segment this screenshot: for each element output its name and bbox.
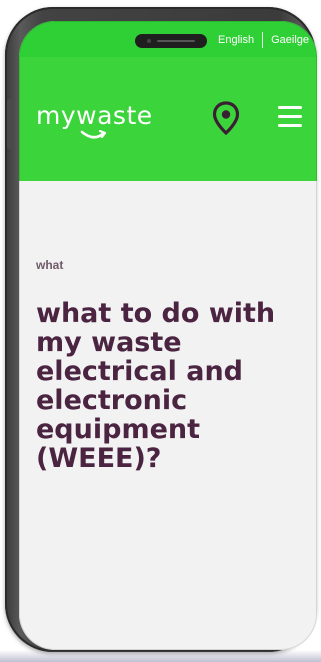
phone-notch [135,34,207,48]
mywaste-logo[interactable]: mywaste [36,101,153,139]
camera-icon [147,39,151,43]
main-content: what what to do with my waste electrical… [19,181,317,650]
menu-line [278,124,302,127]
language-option-english[interactable]: English [218,34,254,46]
language-options: English Gaeilge [218,32,309,48]
phone-screen: English Gaeilge mywaste what what to do … [19,21,317,650]
page-title: what to do with my waste electrical and … [36,298,276,474]
language-divider [262,32,264,48]
section-eyebrow: what [36,258,64,272]
phone-frame: English Gaeilge mywaste what what to do … [5,7,317,652]
site-header: mywaste [19,57,317,181]
mockup-stage: English Gaeilge mywaste what what to do … [0,0,321,662]
menu-line [278,106,302,109]
speaker-grill [157,40,195,42]
location-pin-icon[interactable] [211,101,241,135]
logo-smile-icon [80,130,107,139]
phone-side-button [7,99,13,149]
logo-text: mywaste [36,101,153,130]
floor-shadow [0,650,321,662]
hamburger-menu-icon[interactable] [278,106,302,128]
menu-line [278,115,302,118]
language-option-gaeilge[interactable]: Gaeilge [271,34,309,46]
